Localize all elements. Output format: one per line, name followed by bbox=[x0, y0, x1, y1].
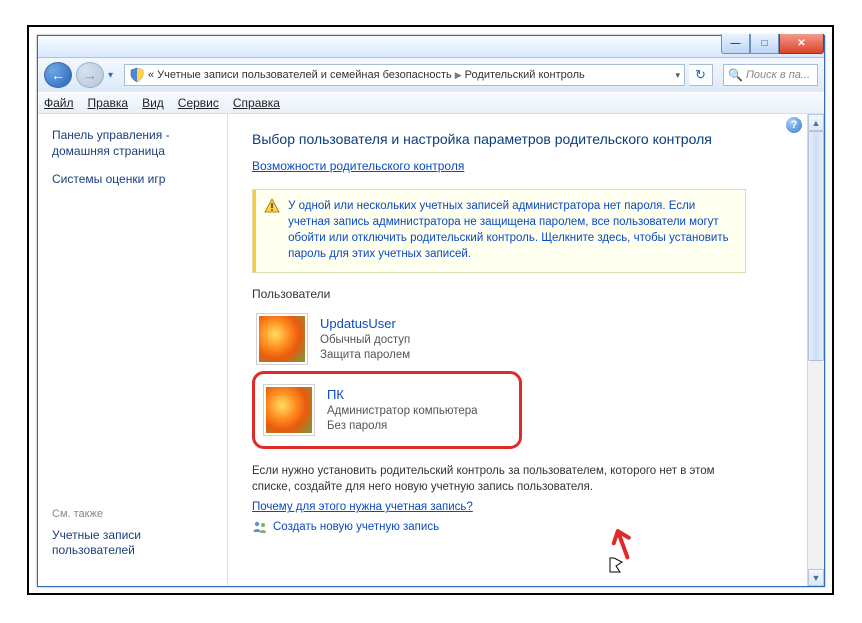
search-icon: 🔍 bbox=[728, 68, 743, 82]
search-placeholder: Поиск в па... bbox=[746, 69, 810, 81]
content-area: ? Выбор пользователя и настройка парамет… bbox=[228, 114, 824, 586]
history-dropdown[interactable]: ▾ bbox=[108, 70, 120, 81]
refresh-button[interactable]: ↻ bbox=[689, 64, 713, 86]
breadcrumb-back[interactable]: « bbox=[148, 69, 154, 81]
address-dropdown[interactable]: ▾ bbox=[675, 70, 680, 81]
breadcrumb-category[interactable]: Учетные записи пользователей и семейная … bbox=[157, 69, 452, 81]
sidebar-ratings-link[interactable]: Системы оценки игр bbox=[52, 172, 213, 188]
user-password: Без пароля bbox=[327, 419, 478, 434]
cursor-annotation-icon bbox=[606, 528, 642, 577]
warning-panel[interactable]: У одной или нескольких учетных записей а… bbox=[252, 189, 746, 273]
flower-icon bbox=[259, 316, 305, 362]
user-password: Защита паролем bbox=[320, 348, 410, 363]
help-button[interactable]: ? bbox=[786, 117, 802, 133]
warning-icon bbox=[264, 198, 280, 214]
people-icon bbox=[252, 519, 268, 535]
search-input[interactable]: 🔍 Поиск в па... bbox=[723, 64, 818, 86]
create-account-label: Создать новую учетную запись bbox=[273, 521, 439, 533]
window-body: Панель управления - домашняя страница Си… bbox=[38, 114, 824, 586]
users-label: Пользователи bbox=[252, 287, 800, 301]
user-access: Обычный доступ bbox=[320, 333, 410, 348]
close-button[interactable]: ✕ bbox=[779, 34, 824, 54]
menu-tools[interactable]: Сервис bbox=[178, 96, 219, 110]
capabilities-link[interactable]: Возможности родительского контроля bbox=[252, 159, 464, 173]
menu-edit[interactable]: Правка bbox=[88, 96, 129, 110]
screenshot-frame: — □ ✕ ← → ▾ « Учетные записи пользовател… bbox=[27, 25, 834, 595]
menu-help[interactable]: Справка bbox=[233, 96, 280, 110]
scroll-down-button[interactable]: ▼ bbox=[808, 569, 824, 586]
user-row-updatususer[interactable]: UpdatusUser Обычный доступ Защита пароле… bbox=[252, 307, 712, 371]
sidebar: Панель управления - домашняя страница Си… bbox=[38, 114, 228, 586]
back-button[interactable]: ← bbox=[44, 62, 72, 88]
footer-text: Если нужно установить родительский контр… bbox=[252, 463, 722, 495]
breadcrumb-current[interactable]: Родительский контроль bbox=[465, 69, 585, 81]
window-controls: — □ ✕ bbox=[721, 34, 824, 54]
navigation-bar: ← → ▾ « Учетные записи пользователей и с… bbox=[38, 58, 824, 92]
create-account-link[interactable]: Создать новую учетную запись bbox=[252, 519, 800, 535]
warning-text[interactable]: У одной или нескольких учетных записей а… bbox=[288, 198, 735, 262]
scrollbar[interactable]: ▲ ▼ bbox=[807, 114, 824, 586]
highlight-annotation: ПК Администратор компьютера Без пароля bbox=[252, 371, 522, 449]
minimize-button[interactable]: — bbox=[721, 34, 750, 54]
window: — □ ✕ ← → ▾ « Учетные записи пользовател… bbox=[37, 35, 825, 587]
why-account-link[interactable]: Почему для этого нужна учетная запись? bbox=[252, 501, 800, 513]
scroll-thumb[interactable] bbox=[808, 131, 824, 361]
titlebar: — □ ✕ bbox=[38, 36, 824, 58]
user-name: ПК bbox=[327, 387, 478, 402]
user-access: Администратор компьютера bbox=[327, 404, 478, 419]
page-title: Выбор пользователя и настройка параметро… bbox=[252, 130, 800, 149]
address-bar[interactable]: « Учетные записи пользователей и семейна… bbox=[124, 64, 685, 86]
sidebar-user-accounts-link[interactable]: Учетные записи пользователей bbox=[52, 528, 213, 559]
menu-file[interactable]: Файл bbox=[44, 96, 74, 110]
scroll-up-button[interactable]: ▲ bbox=[808, 114, 824, 131]
sidebar-see-also-label: См. также bbox=[52, 508, 213, 520]
avatar bbox=[263, 384, 315, 436]
flower-icon bbox=[266, 387, 312, 433]
menu-view[interactable]: Вид bbox=[142, 96, 164, 110]
sidebar-home-link[interactable]: Панель управления - домашняя страница bbox=[52, 128, 213, 159]
avatar bbox=[256, 313, 308, 365]
forward-button[interactable]: → bbox=[76, 62, 104, 88]
breadcrumb-sep-icon: ▶ bbox=[455, 70, 462, 81]
maximize-button[interactable]: □ bbox=[750, 34, 779, 54]
user-name: UpdatusUser bbox=[320, 316, 410, 331]
user-row-pk[interactable]: ПК Администратор компьютера Без пароля bbox=[259, 378, 515, 442]
menu-bar: Файл Правка Вид Сервис Справка bbox=[38, 92, 824, 114]
shield-icon bbox=[129, 67, 145, 83]
